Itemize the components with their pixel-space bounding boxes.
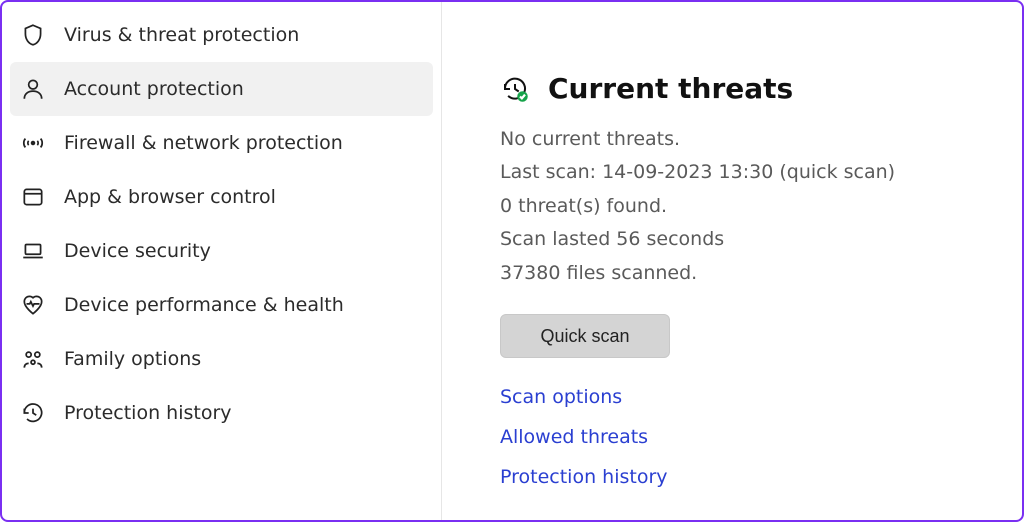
sidebar-item-label: Device security — [64, 240, 211, 262]
history-check-icon — [500, 74, 530, 104]
sidebar-item-firewall[interactable]: Firewall & network protection — [10, 116, 433, 170]
main-pane: Current threats No current threats. Last… — [442, 2, 1022, 520]
windows-security-window: Virus & threat protection Account protec… — [0, 0, 1024, 522]
status-threats-found: 0 threat(s) found. — [500, 192, 992, 221]
sidebar-item-label: App & browser control — [64, 186, 276, 208]
sidebar-item-app[interactable]: App & browser control — [10, 170, 433, 224]
links-block: Scan options Allowed threats Protection … — [500, 386, 992, 488]
link-scan-options[interactable]: Scan options — [500, 386, 622, 408]
window-icon — [20, 184, 46, 210]
status-last-scan: Last scan: 14-09-2023 13:30 (quick scan) — [500, 158, 992, 187]
section-header: Current threats — [500, 72, 992, 105]
family-icon — [20, 346, 46, 372]
status-scan-duration: Scan lasted 56 seconds — [500, 225, 992, 254]
section-title: Current threats — [548, 72, 793, 105]
shield-icon — [20, 22, 46, 48]
sidebar-item-perf[interactable]: Device performance & health — [10, 278, 433, 332]
sidebar-item-device[interactable]: Device security — [10, 224, 433, 278]
antenna-icon — [20, 130, 46, 156]
link-allowed-threats[interactable]: Allowed threats — [500, 426, 648, 448]
sidebar-item-label: Virus & threat protection — [64, 24, 299, 46]
sidebar-item-history[interactable]: Protection history — [10, 386, 433, 440]
laptop-icon — [20, 238, 46, 264]
account-icon — [20, 76, 46, 102]
link-protection-history[interactable]: Protection history — [500, 466, 668, 488]
status-files-scanned: 37380 files scanned. — [500, 259, 992, 288]
history-icon — [20, 400, 46, 426]
threat-status-block: No current threats. Last scan: 14-09-202… — [500, 125, 992, 288]
quick-scan-button[interactable]: Quick scan — [500, 314, 670, 358]
sidebar-item-label: Device performance & health — [64, 294, 344, 316]
sidebar-item-virus[interactable]: Virus & threat protection — [10, 8, 433, 62]
sidebar-item-label: Firewall & network protection — [64, 132, 343, 154]
sidebar-item-label: Family options — [64, 348, 201, 370]
status-no-threats: No current threats. — [500, 125, 992, 154]
heart-pulse-icon — [20, 292, 46, 318]
sidebar-item-label: Account protection — [64, 78, 244, 100]
sidebar-item-family[interactable]: Family options — [10, 332, 433, 386]
sidebar-item-label: Protection history — [64, 402, 232, 424]
sidebar-nav: Virus & threat protection Account protec… — [2, 2, 442, 520]
sidebar-item-account[interactable]: Account protection — [10, 62, 433, 116]
